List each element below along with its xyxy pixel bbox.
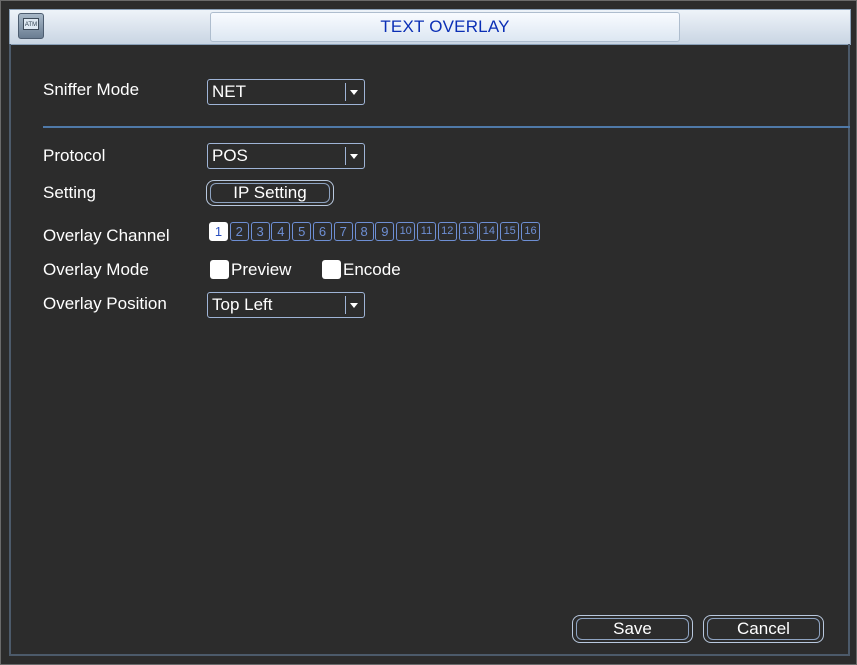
chevron-down-icon[interactable] [345, 83, 360, 101]
frame-bottom [9, 654, 850, 656]
channel-6[interactable]: 6 [313, 222, 332, 241]
encode-label: Encode [343, 260, 401, 279]
channel-8[interactable]: 8 [354, 222, 374, 241]
cancel-button[interactable]: Cancel [703, 615, 824, 643]
encode-checkbox[interactable] [322, 260, 341, 279]
overlay-position-label: Overlay Position [43, 294, 167, 313]
atm-icon-text: ATM [23, 18, 39, 30]
ip-setting-button[interactable]: IP Setting [206, 180, 334, 206]
channel-7[interactable]: 7 [333, 222, 353, 241]
channel-14[interactable]: 14 [479, 222, 499, 241]
channel-5[interactable]: 5 [292, 222, 312, 241]
frame-right [848, 44, 850, 656]
channel-13[interactable]: 13 [458, 222, 478, 241]
channel-15[interactable]: 15 [500, 222, 520, 241]
text-overlay-window: ATM TEXT OVERLAY Sniffer Mode NET Protoc… [0, 0, 857, 665]
channel-2[interactable]: 2 [229, 222, 249, 241]
protocol-label: Protocol [43, 146, 106, 165]
sniffer-mode-label: Sniffer Mode [43, 80, 140, 99]
chevron-down-icon[interactable] [345, 147, 360, 165]
channel-4[interactable]: 4 [271, 222, 291, 241]
channel-16[interactable]: 16 [521, 222, 540, 241]
preview-label: Preview [231, 260, 292, 279]
section-divider [43, 126, 850, 128]
save-button[interactable]: Save [572, 615, 693, 643]
title-bar: ATM TEXT OVERLAY [9, 9, 851, 45]
save-button-label: Save [576, 618, 689, 640]
protocol-value: POS [212, 146, 248, 165]
cancel-button-label: Cancel [707, 618, 820, 640]
channel-9[interactable]: 9 [375, 222, 395, 241]
ip-setting-button-label: IP Setting [210, 183, 330, 203]
channel-3[interactable]: 3 [250, 222, 270, 241]
overlay-mode-label: Overlay Mode [43, 260, 149, 279]
sniffer-mode-select[interactable]: NET [207, 79, 365, 105]
chevron-down-icon[interactable] [345, 296, 360, 314]
channel-11[interactable]: 11 [417, 222, 436, 241]
window-title: TEXT OVERLAY [380, 17, 510, 36]
channel-1[interactable]: 1 [209, 222, 228, 241]
overlay-channel-label: Overlay Channel [43, 226, 170, 245]
title-pill: TEXT OVERLAY [210, 12, 680, 42]
preview-checkbox[interactable] [210, 260, 229, 279]
frame-left [9, 44, 11, 656]
sniffer-mode-value: NET [212, 82, 246, 101]
channel-12[interactable]: 12 [437, 222, 457, 241]
channel-10[interactable]: 10 [396, 222, 416, 241]
overlay-position-select[interactable]: Top Left [207, 292, 365, 318]
atm-app-icon: ATM [18, 13, 44, 39]
setting-label: Setting [43, 183, 96, 202]
overlay-position-value: Top Left [212, 295, 273, 314]
protocol-select[interactable]: POS [207, 143, 365, 169]
